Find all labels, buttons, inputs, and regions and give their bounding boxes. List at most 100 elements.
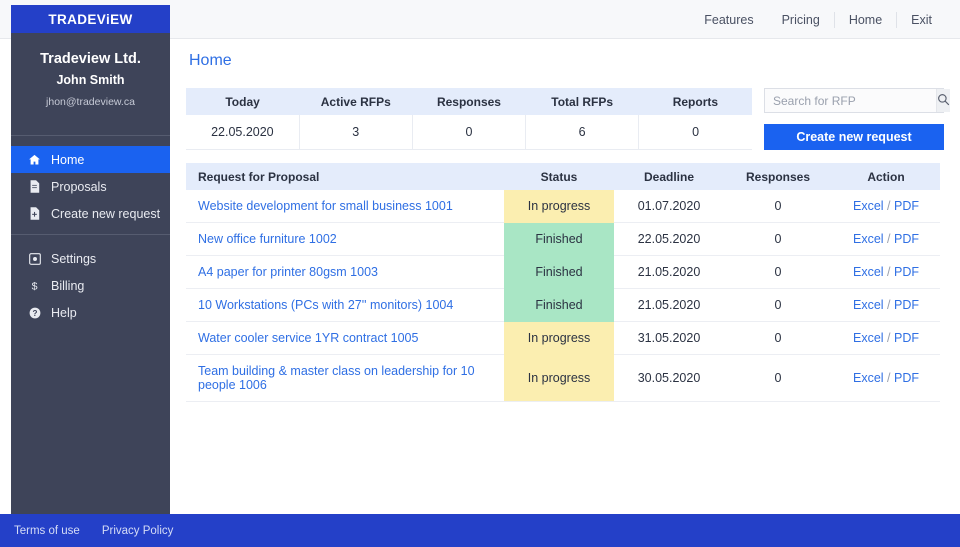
table-row: Team building & master class on leadersh… (186, 354, 940, 402)
stats-header-cell: Reports (638, 88, 752, 115)
sidebar-primary-nav: Home Proposals Create new request (11, 146, 170, 227)
table-row: 10 Workstations (PCs with 27'' monitors)… (186, 288, 940, 322)
home-icon (27, 153, 42, 167)
rfp-action-cell: Excel / PDF (832, 222, 940, 256)
export-excel-link[interactable]: Excel (853, 331, 884, 345)
sidebar-item-label: Help (51, 305, 77, 320)
status-badge: Finished (504, 255, 614, 289)
topnav-item-features[interactable]: Features (690, 12, 767, 28)
stats-value-cell: 22.05.2020 (186, 115, 300, 150)
stats-value-cell: 0 (638, 115, 752, 150)
stats-header-cell: Total RFPs (525, 88, 639, 115)
user-company-name: Tradeview Ltd. (40, 51, 141, 67)
main-content: Home Today Active RFPs Responses Total RFPs… (170, 39, 960, 514)
rfp-name-link[interactable]: Team building & master class on leadersh… (198, 364, 475, 392)
sidebar-item-create-new-request[interactable]: Create new request (11, 200, 170, 227)
search-box[interactable] (764, 88, 950, 113)
top-navigation: Features Pricing Home Exit (690, 0, 946, 39)
stats-value-cell: 3 (299, 115, 413, 150)
sidebar-secondary-nav: Settings $ Billing? Help (11, 245, 170, 326)
export-excel-link[interactable]: Excel (853, 371, 884, 385)
search-button[interactable] (936, 89, 950, 112)
topnav-item-pricing[interactable]: Pricing (768, 12, 834, 28)
status-badge: In progress (504, 321, 614, 355)
table-row: A4 paper for printer 80gsm 1003 Finished 2… (186, 255, 940, 289)
sidebar-item-settings[interactable]: Settings (11, 245, 170, 272)
sidebar-item-label: Home (51, 152, 85, 167)
action-separator: / (883, 265, 894, 279)
stats-header-cell: Today (186, 88, 300, 115)
sidebar-item-help[interactable]: ? Help (11, 299, 170, 326)
footer-link-terms-of-use[interactable]: Terms of use (14, 525, 80, 537)
rfp-table: Request for Proposal Status Deadline Respon… (186, 163, 940, 402)
app-logo[interactable]: TRADEViEW (11, 5, 170, 33)
question-circle-icon: ? (27, 306, 42, 320)
sidebar-item-proposals[interactable]: Proposals (11, 173, 170, 200)
export-pdf-link[interactable]: PDF (894, 199, 919, 213)
rfp-name-link[interactable]: Water cooler service 1YR contract 1005 (198, 331, 418, 345)
export-pdf-link[interactable]: PDF (894, 298, 919, 312)
export-pdf-link[interactable]: PDF (894, 331, 919, 345)
sidebar-divider-top (11, 135, 170, 136)
table-row: Water cooler service 1YR contract 1005 In… (186, 321, 940, 355)
stats-summary-table: Today Active RFPs Responses Total RFPs Repor… (186, 88, 752, 150)
create-new-request-button[interactable]: Create new request (764, 124, 944, 150)
rfp-action-cell: Excel / PDF (832, 321, 940, 355)
search-input[interactable] (765, 89, 936, 112)
rfp-name-link[interactable]: 10 Workstations (PCs with 27'' monitors)… (198, 298, 453, 312)
rfp-name-link[interactable]: A4 paper for printer 80gsm 1003 (198, 265, 378, 279)
rfp-name-cell: Water cooler service 1YR contract 1005 (186, 321, 504, 355)
status-badge: Finished (504, 288, 614, 322)
rfp-action-cell: Excel / PDF (832, 255, 940, 289)
action-separator: / (883, 199, 894, 213)
rfp-deadline-cell: 21.05.2020 (614, 288, 724, 322)
stats-value-cell: 6 (525, 115, 640, 150)
rfp-name-cell: 10 Workstations (PCs with 27'' monitors)… (186, 288, 504, 322)
gear-icon (27, 252, 42, 266)
rfp-deadline-cell: 22.05.2020 (614, 222, 724, 256)
export-excel-link[interactable]: Excel (853, 232, 884, 246)
rfp-column-header-responses: Responses (724, 163, 832, 190)
rfp-column-header-name: Request for Proposal (186, 163, 504, 190)
rfp-deadline-cell: 01.07.2020 (614, 190, 724, 223)
action-separator: / (883, 298, 894, 312)
export-excel-link[interactable]: Excel (853, 199, 884, 213)
action-separator: / (883, 331, 894, 345)
rfp-name-cell: A4 paper for printer 80gsm 1003 (186, 255, 504, 289)
topnav-item-home[interactable]: Home (833, 11, 896, 28)
svg-text:$: $ (32, 281, 38, 292)
footer: Terms of use Privacy Policy (0, 514, 960, 547)
rfp-deadline-cell: 31.05.2020 (614, 321, 724, 355)
rfp-action-cell: Excel / PDF (832, 288, 940, 322)
rfp-responses-cell: 0 (724, 190, 832, 223)
app-logo-text: TRADEViEW (48, 11, 133, 27)
user-email: jhon@tradeview.ca (46, 96, 135, 108)
rfp-name-cell: Team building & master class on leadersh… (186, 354, 504, 402)
footer-link-privacy-policy[interactable]: Privacy Policy (102, 525, 174, 537)
sidebar: Tradeview Ltd. John Smith jhon@tradeview… (11, 33, 170, 514)
export-pdf-link[interactable]: PDF (894, 265, 919, 279)
rfp-responses-cell: 0 (724, 222, 832, 256)
stats-header-cell: Active RFPs (299, 88, 413, 115)
export-excel-link[interactable]: Excel (853, 265, 884, 279)
rfp-name-link[interactable]: New office furniture 1002 (198, 232, 337, 246)
rfp-name-cell: Website development for small business 1… (186, 190, 504, 223)
sidebar-item-label: Billing (51, 278, 85, 293)
sidebar-item-home[interactable]: Home (11, 146, 170, 173)
table-row: New office furniture 1002 Finished 22.05.2… (186, 222, 940, 256)
rfp-deadline-cell: 30.05.2020 (614, 354, 724, 402)
rfp-name-link[interactable]: Website development for small business 1… (198, 199, 453, 213)
status-badge: Finished (504, 222, 614, 256)
stats-value-row: 22.05.2020 3 0 6 0 (186, 115, 752, 150)
rfp-deadline-cell: 21.05.2020 (614, 255, 724, 289)
action-separator: / (883, 371, 894, 385)
rfp-table-header-row: Request for Proposal Status Deadline Respon… (186, 163, 940, 190)
topnav-item-exit[interactable]: Exit (896, 11, 946, 28)
export-excel-link[interactable]: Excel (853, 298, 884, 312)
sidebar-user-block: Tradeview Ltd. John Smith jhon@tradeview… (11, 33, 170, 128)
sidebar-item-billing[interactable]: $ Billing (11, 272, 170, 299)
export-pdf-link[interactable]: PDF (894, 232, 919, 246)
sidebar-item-label: Create new request (51, 206, 161, 221)
rfp-name-cell: New office furniture 1002 (186, 222, 504, 256)
export-pdf-link[interactable]: PDF (894, 371, 919, 385)
